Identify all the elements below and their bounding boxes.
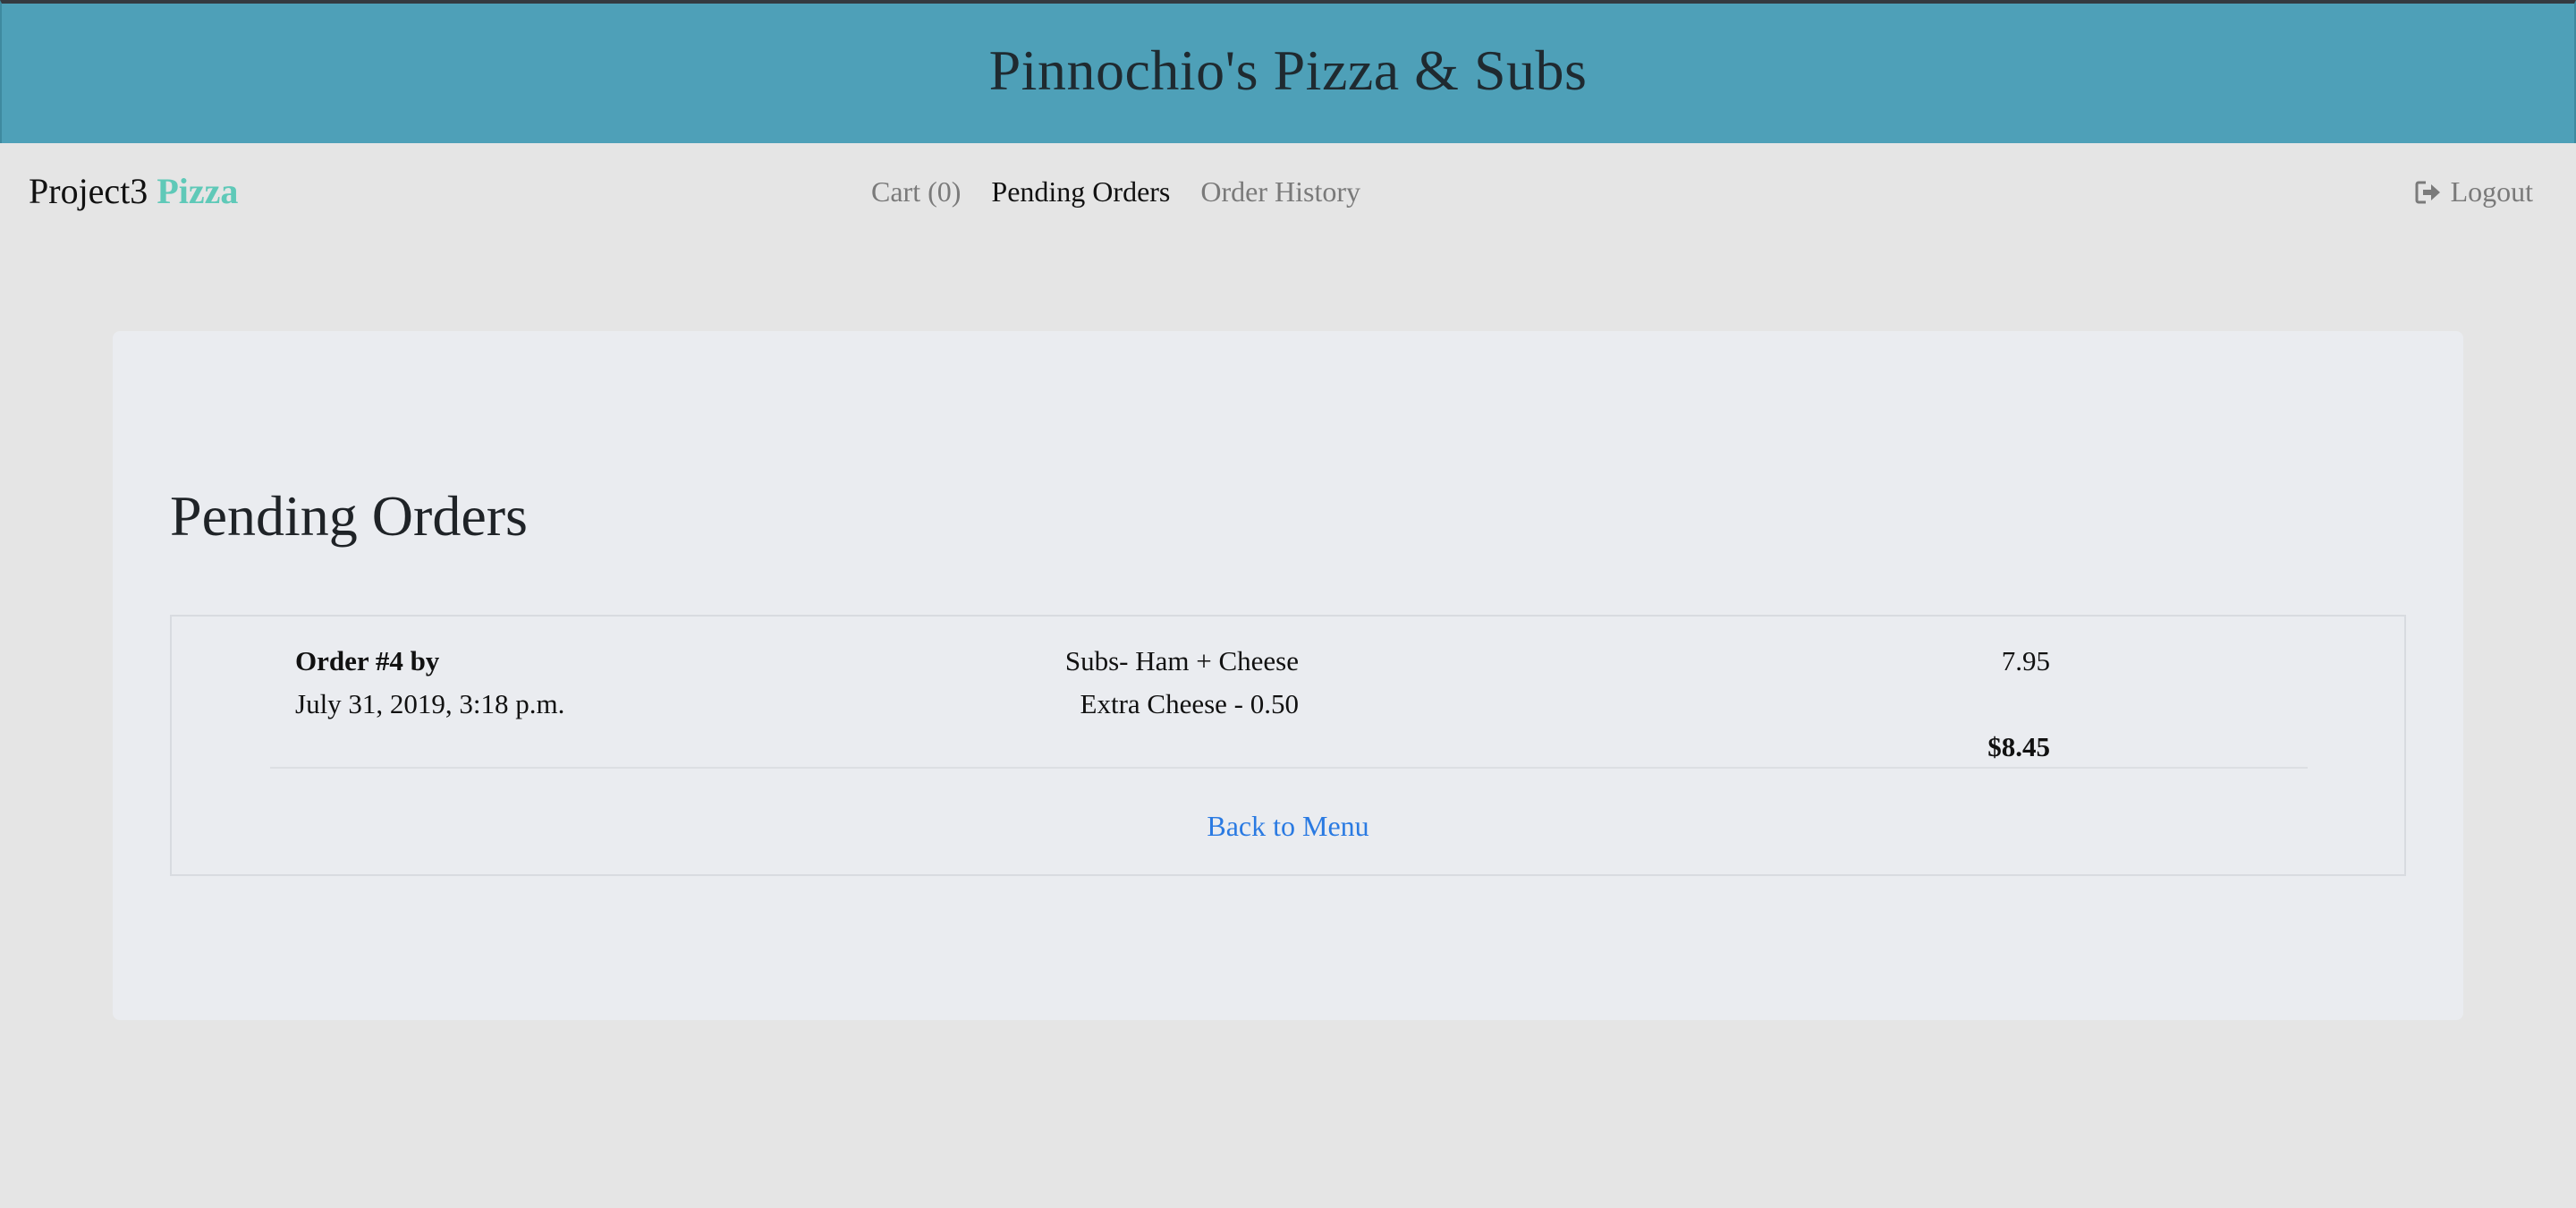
order-timestamp: July 31, 2019, 3:18 p.m.: [295, 688, 565, 719]
order-heading: Order #4 by: [295, 645, 440, 676]
order-items: Subs- Ham + Cheese Extra Cheese - 0.50: [798, 640, 1299, 726]
nav-link-order-history[interactable]: Order History: [1200, 175, 1360, 208]
price-spacer: [1871, 683, 2050, 726]
page-title: Pending Orders: [170, 484, 528, 548]
brand-accent: Pizza: [157, 171, 239, 211]
order-card: Order #4 by July 31, 2019, 3:18 p.m. Sub…: [170, 615, 2406, 876]
nav-link-cart[interactable]: Cart (0): [871, 175, 961, 208]
brand-logo[interactable]: Project3 Pizza: [29, 170, 238, 212]
logout-label: Logout: [2450, 175, 2533, 208]
site-banner: Pinnochio's Pizza & Subs: [0, 0, 2576, 143]
pending-orders-card: Pending Orders Order #4 by July 31, 2019…: [113, 331, 2463, 1020]
sign-out-icon: [2415, 180, 2442, 205]
nav-link-pending-orders[interactable]: Pending Orders: [991, 175, 1170, 208]
order-item-name: Subs- Ham + Cheese: [1064, 645, 1299, 676]
site-title: Pinnochio's Pizza & Subs: [988, 38, 1588, 102]
order-meta: Order #4 by July 31, 2019, 3:18 p.m.: [295, 640, 564, 726]
nav-links: Cart (0) Pending Orders Order History: [871, 175, 1360, 208]
navbar: Project3 Pizza Cart (0) Pending Orders O…: [0, 143, 2576, 242]
order-item-topping: Extra Cheese - 0.50: [1080, 688, 1299, 719]
back-to-menu-link[interactable]: Back to Menu: [172, 810, 2404, 843]
brand-prefix: Project3: [29, 171, 148, 211]
order-item-price: 7.95: [2001, 645, 2050, 676]
order-total: $8.45: [1987, 731, 2050, 762]
order-prices: 7.95 $8.45: [1871, 640, 2050, 769]
logout-button[interactable]: Logout: [2415, 175, 2533, 208]
order-divider: [270, 767, 2308, 769]
